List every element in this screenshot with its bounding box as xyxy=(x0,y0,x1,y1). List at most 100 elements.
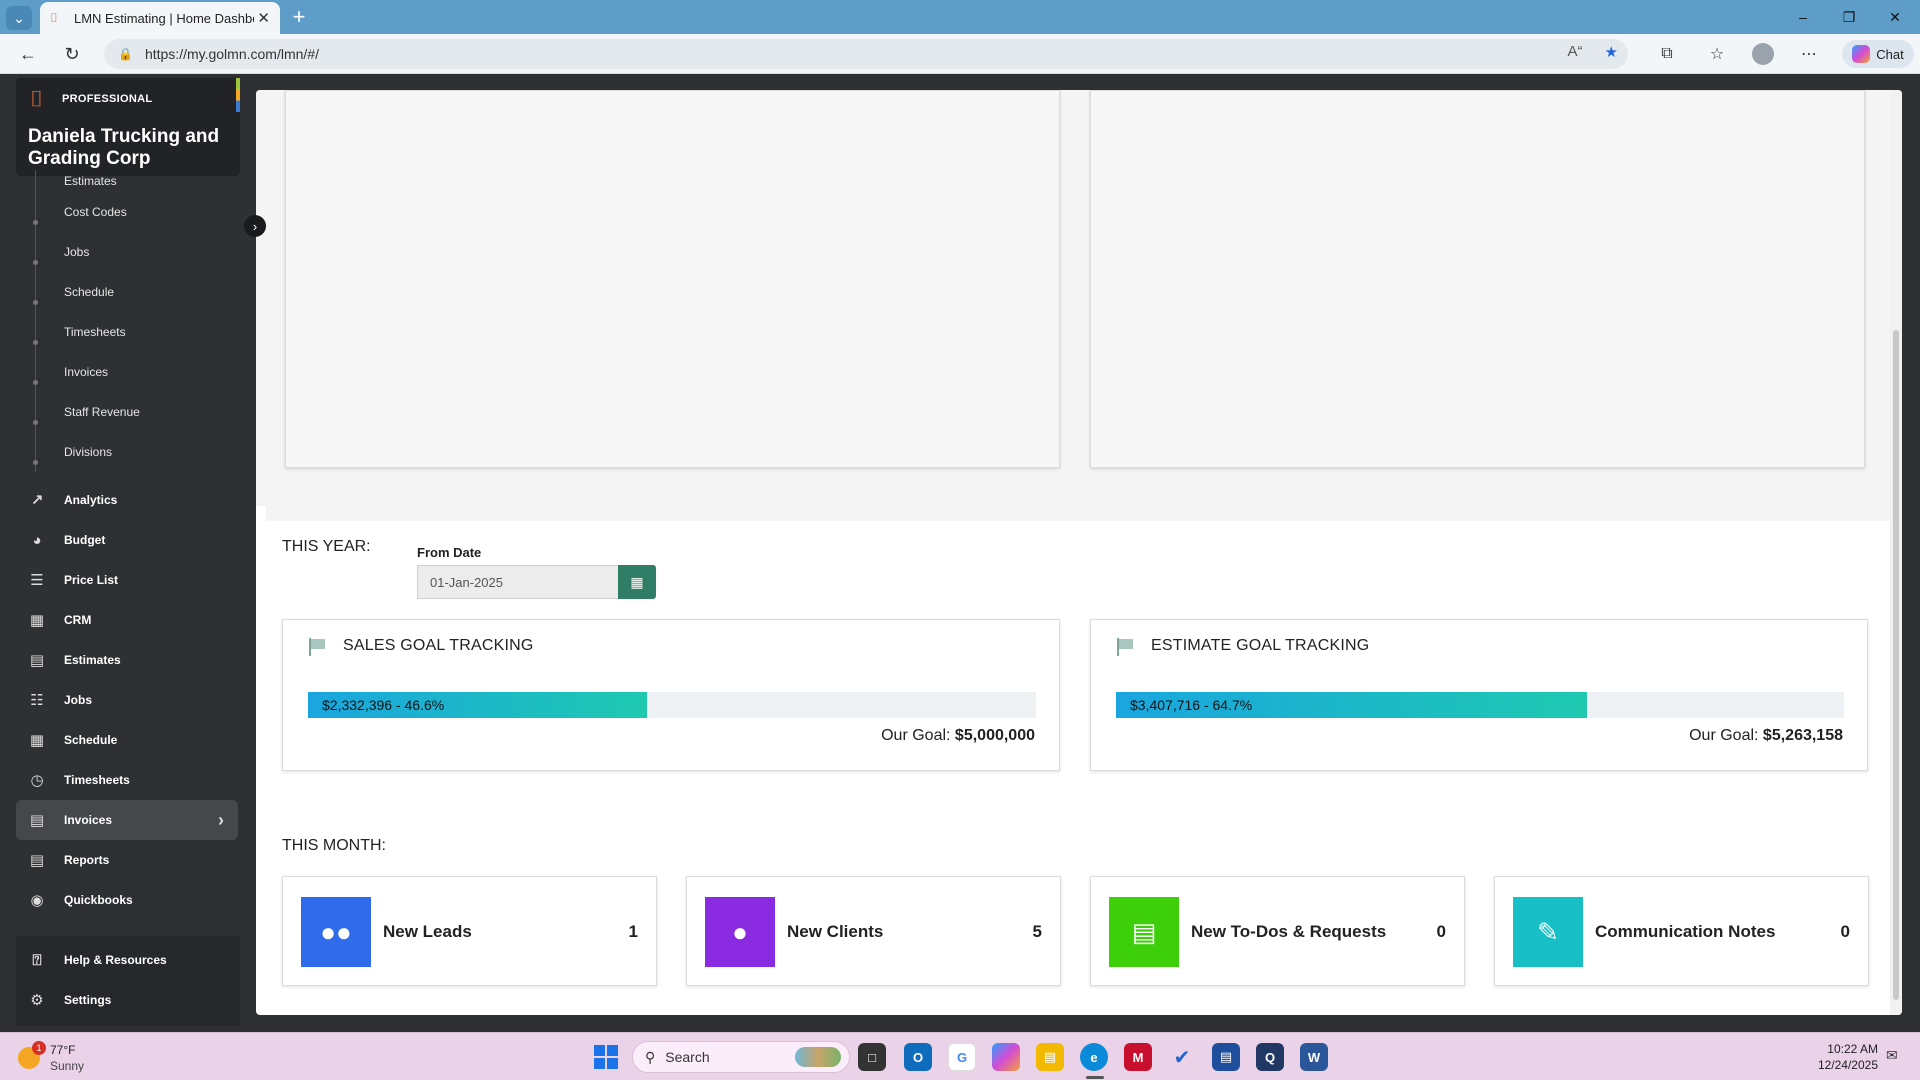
calendar-button[interactable]: ▦ xyxy=(618,565,656,599)
copilot-chat-button[interactable]: Chat xyxy=(1842,40,1914,68)
sidebar-item-settings[interactable]: ⚙ Settings xyxy=(16,980,240,1020)
google-icon[interactable]: G xyxy=(948,1043,976,1071)
edge-browser-icon[interactable]: e xyxy=(1080,1043,1108,1071)
search-icon: ⚲ xyxy=(645,1048,656,1065)
submenu-item-estimates[interactable]: Estimates xyxy=(0,170,240,192)
stat-count: 1 xyxy=(628,922,638,941)
stat-card-new-clients[interactable]: ● New Clients 5 xyxy=(686,876,1061,986)
sidebar-item-reports[interactable]: ▤ Reports xyxy=(0,840,240,880)
start-button[interactable] xyxy=(594,1045,618,1069)
todo-check-icon[interactable]: ✔ xyxy=(1168,1043,1196,1071)
profile-avatar[interactable] xyxy=(1752,43,1774,65)
from-date-input[interactable]: 01-Jan-2025 xyxy=(417,565,619,599)
tab-title: LMN Estimating | Home Dashboard xyxy=(74,10,254,26)
remote-desktop-icon[interactable]: ▤ xyxy=(1212,1043,1240,1071)
sales-goal-line: Our Goal: $5,000,000 xyxy=(881,727,1035,744)
sidebar-item-budget[interactable]: ◕ Budget xyxy=(0,520,240,560)
submenu-item-invoices[interactable]: Invoices xyxy=(0,352,240,392)
sidebar-item-quickbooks[interactable]: ◉ Quickbooks xyxy=(0,880,240,920)
submenu-item-staff-revenue[interactable]: Staff Revenue xyxy=(0,392,240,432)
stat-label: Communication Notes xyxy=(1595,922,1776,941)
schedule-icon: ▦ xyxy=(29,732,45,749)
close-window-button[interactable]: ✕ xyxy=(1872,0,1918,34)
reports-icon: ▤ xyxy=(29,852,45,869)
sales-progress-text: $2,332,396 - 46.6% xyxy=(322,697,445,713)
quickbooks-app-icon[interactable]: Q xyxy=(1256,1043,1284,1071)
sidebar-item-jobs[interactable]: ☷ Jobs xyxy=(0,680,240,720)
stat-count: 5 xyxy=(1032,922,1042,941)
brand-color-stripe xyxy=(236,78,240,112)
stat-count: 0 xyxy=(1436,922,1446,941)
brand-header[interactable]: ⌷ PROFESSIONAL Daniela Trucking and Grad… xyxy=(16,78,240,176)
stat-card-new-leads[interactable]: ●● New Leads 1 xyxy=(282,876,657,986)
sales-progress-track: $2,332,396 - 46.6% xyxy=(308,692,1036,718)
restore-button[interactable]: ❐ xyxy=(1826,0,1872,34)
sidebar-collapse-toggle[interactable]: › xyxy=(244,215,266,237)
weather-widget[interactable]: 1 77°F Sunny xyxy=(18,1041,138,1075)
chart-panel-right xyxy=(1090,90,1865,468)
url-text: https://my.golmn.com/lmn/#/ xyxy=(144,46,319,62)
chevron-right-icon: › xyxy=(252,218,258,234)
sidebar-help-block: ⍰ Help & Resources ⚙ Settings xyxy=(16,936,240,1026)
plan-tier: PROFESSIONAL xyxy=(62,93,153,105)
extensions-icon[interactable]: ⧉ xyxy=(1654,42,1680,66)
sales-goal-title: SALES GOAL TRACKING xyxy=(343,637,534,654)
estimate-goal-title: ESTIMATE GOAL TRACKING xyxy=(1151,637,1370,654)
stat-card-communication-notes[interactable]: ✎ Communication Notes 0 xyxy=(1494,876,1869,986)
sidebar: ⌷ PROFESSIONAL Daniela Trucking and Grad… xyxy=(0,74,256,1031)
sidebar-item-price-list[interactable]: ☰ Price List xyxy=(0,560,240,600)
favorite-star-icon[interactable]: ★ xyxy=(1605,43,1618,61)
users-icon: ●● xyxy=(301,897,371,967)
search-label: Search xyxy=(665,1049,710,1065)
submenu-item-jobs[interactable]: Jobs xyxy=(0,232,240,272)
favorites-icon[interactable]: ☆ xyxy=(1704,42,1730,66)
outlook-icon[interactable]: O xyxy=(904,1043,932,1071)
sidebar-item-help[interactable]: ⍰ Help & Resources xyxy=(16,940,240,980)
sidebar-item-analytics[interactable]: ↗ Analytics xyxy=(0,480,240,520)
submenu-item-timesheets[interactable]: Timesheets xyxy=(0,312,240,352)
submenu-item-divisions[interactable]: Divisions xyxy=(0,432,240,472)
more-menu-icon[interactable]: ⋯ xyxy=(1796,42,1822,66)
edit-note-icon: ✎ xyxy=(1513,897,1583,967)
tab-list-button[interactable]: ⌄ xyxy=(6,6,32,30)
url-field[interactable]: 🔒 https://my.golmn.com/lmn/#/ A“ ★ xyxy=(104,39,1628,69)
sidebar-item-schedule[interactable]: ▦ Schedule xyxy=(0,720,240,760)
sales-goal-card: SALES GOAL TRACKING $2,332,396 - 46.6% O… xyxy=(282,619,1060,771)
dashboard-content: THIS YEAR: From Date 01-Jan-2025 ▦ SALES… xyxy=(256,90,1902,1015)
notification-bell-icon[interactable]: ✉ xyxy=(1886,1047,1898,1064)
task-view-icon[interactable]: □ xyxy=(858,1043,886,1071)
word-icon[interactable]: W xyxy=(1300,1043,1328,1071)
search-highlight-image xyxy=(795,1047,841,1067)
sidebar-item-crm[interactable]: ▦ CRM xyxy=(0,600,240,640)
read-aloud-icon[interactable]: A“ xyxy=(1568,43,1583,61)
system-clock[interactable]: 10:22 AM 12/24/2025 xyxy=(1812,1041,1878,1073)
weather-badge: 1 xyxy=(32,1041,46,1055)
sidebar-item-timesheets[interactable]: ◷ Timesheets xyxy=(0,760,240,800)
invoices-icon: ▤ xyxy=(29,812,45,829)
refresh-button[interactable]: ↻ xyxy=(58,41,86,67)
submenu-item-schedule[interactable]: Schedule xyxy=(0,272,240,312)
scrollbar-thumb[interactable] xyxy=(1893,330,1899,1000)
browser-tab-bar: ⌄ ⌷ LMN Estimating | Home Dashboard ✕ + … xyxy=(0,0,1920,34)
chart-panel-left xyxy=(285,90,1060,468)
mcafee-icon[interactable]: M xyxy=(1124,1043,1152,1071)
copilot-app-icon[interactable] xyxy=(992,1043,1020,1071)
clipboard-icon: ▤ xyxy=(1109,897,1179,967)
submenu-item-cost-codes[interactable]: Cost Codes xyxy=(0,192,240,232)
minimize-button[interactable]: – xyxy=(1780,0,1826,34)
browser-tab-active[interactable]: ⌷ LMN Estimating | Home Dashboard ✕ xyxy=(40,2,280,34)
taskbar-search[interactable]: ⚲ Search xyxy=(632,1041,850,1073)
stat-card-new-todos[interactable]: ▤ New To-Dos & Requests 0 xyxy=(1090,876,1465,986)
file-explorer-icon[interactable]: ▤ xyxy=(1036,1043,1064,1071)
sidebar-main-nav: ↗ Analytics ◕ Budget ☰ Price List ▦ CRM ▤ Est… xyxy=(0,480,240,920)
page-scrollbar[interactable] xyxy=(1890,90,1902,1015)
sidebar-item-invoices[interactable]: ▤ Invoices › xyxy=(16,800,238,840)
clock-time: 10:22 AM xyxy=(1827,1042,1878,1056)
new-tab-button[interactable]: + xyxy=(286,4,312,30)
back-button[interactable]: ← xyxy=(14,41,42,67)
copilot-icon xyxy=(1852,45,1871,63)
sidebar-item-estimates[interactable]: ▤ Estimates xyxy=(0,640,240,680)
flag-icon xyxy=(1117,638,1135,656)
close-tab-icon[interactable]: ✕ xyxy=(257,9,270,27)
estimate-goal-card: ESTIMATE GOAL TRACKING $3,407,716 - 64.7… xyxy=(1090,619,1868,771)
